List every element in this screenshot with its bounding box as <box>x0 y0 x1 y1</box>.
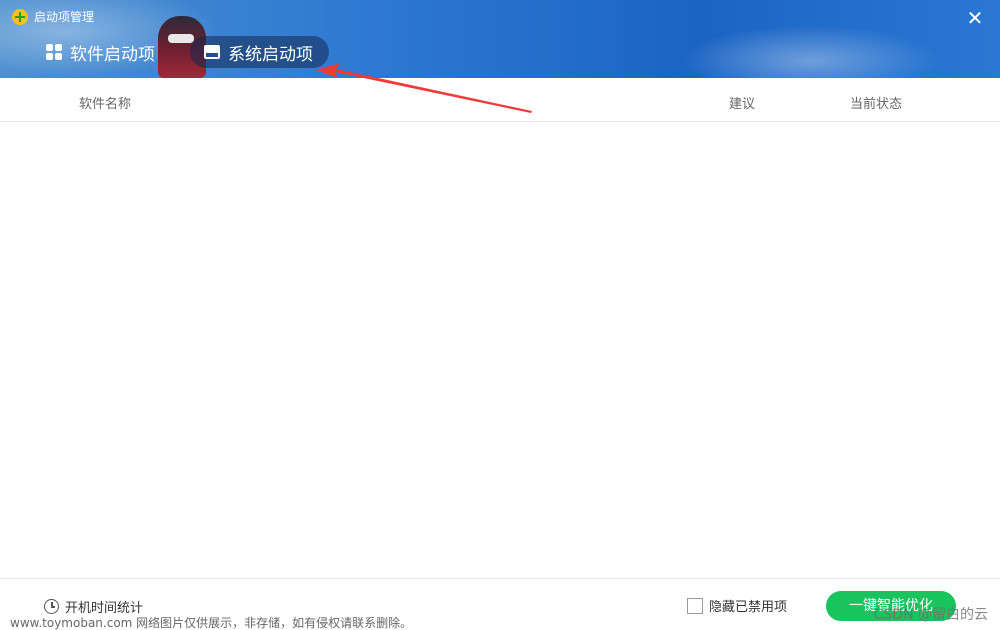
clock-icon <box>44 599 59 614</box>
hide-disabled-label: 隐藏已禁用项 <box>709 600 788 615</box>
annotation-arrow-icon <box>316 63 532 113</box>
column-header-name[interactable]: 软件名称 <box>79 93 131 112</box>
title-area: 启动项管理 <box>12 8 94 25</box>
watermark-left: www.toymoban.com 网络图片仅供展示，非存储，如有侵权请联系删除。 <box>10 616 413 630</box>
panel-icon <box>204 45 220 59</box>
column-header-status[interactable]: 当前状态 <box>850 93 902 112</box>
tab-software-startup[interactable]: 软件启动项 <box>32 36 169 68</box>
close-icon: ✕ <box>966 6 984 30</box>
startup-list <box>0 123 1000 578</box>
banner-cloud <box>680 25 940 78</box>
window-title: 启动项管理 <box>34 10 95 24</box>
tab-label: 系统启动项 <box>228 44 313 65</box>
app-logo-icon <box>12 8 28 25</box>
hide-disabled-checkbox[interactable] <box>687 597 703 614</box>
close-button[interactable]: ✕ <box>966 6 984 30</box>
watermark-right: CSDN @留白的云 <box>873 607 988 623</box>
grid-icon <box>46 44 62 60</box>
column-header-suggestion[interactable]: 建议 <box>729 93 755 112</box>
tab-system-startup[interactable]: 系统启动项 <box>190 36 329 68</box>
hide-disabled-toggle[interactable]: 隐藏已禁用项 <box>687 596 787 615</box>
skier-goggles <box>168 34 194 43</box>
tab-label: 软件启动项 <box>70 44 155 65</box>
